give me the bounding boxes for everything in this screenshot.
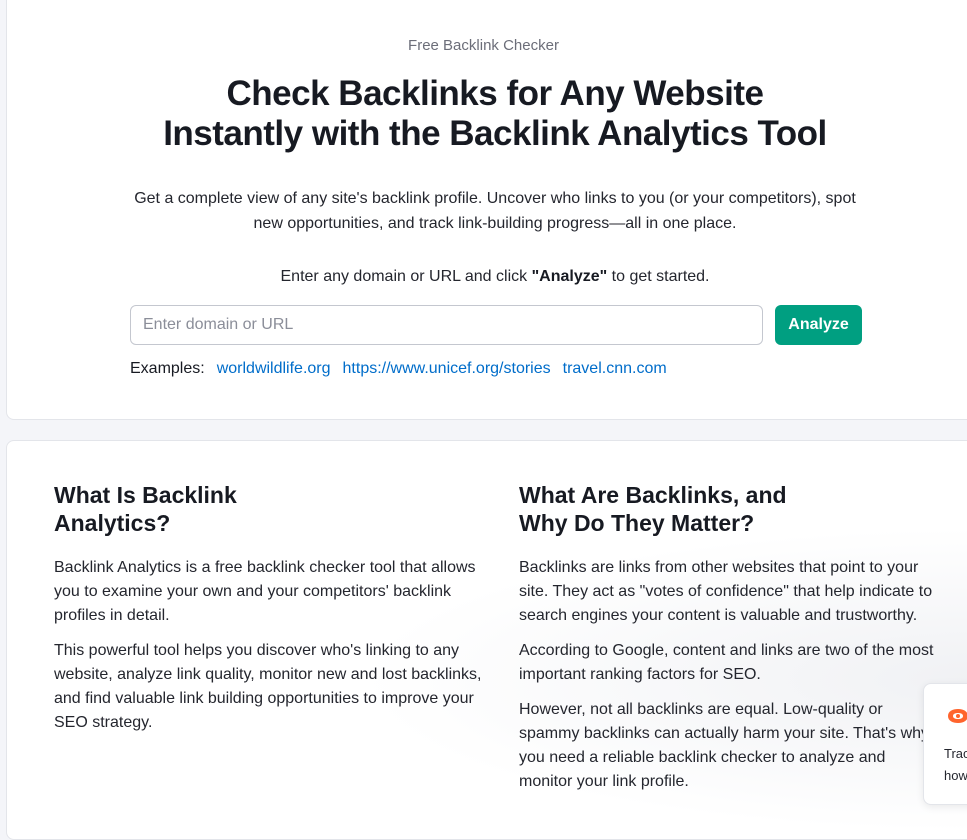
instruction-text-end: to get started. [607,268,710,285]
analyze-button[interactable]: Analyze [775,305,862,345]
page-title-line-2: Instantly with the Backlink Analytics To… [163,114,827,153]
example-link-unicef[interactable]: https://www.unicef.org/stories [343,360,551,378]
why-backlinks-matter-column: What Are Backlinks, and Why Do They Matt… [519,481,939,805]
what-is-backlink-analytics-column: What Is Backlink Analytics? Backlink Ana… [54,481,494,746]
why-matter-heading: What Are Backlinks, and Why Do They Matt… [519,482,787,536]
promo-widget[interactable]: Trac how [923,683,967,805]
what-is-paragraph-2: This powerful tool helps you discover wh… [54,642,482,731]
promo-widget-text-1: Trac [944,746,967,761]
examples-label: Examples: [130,360,205,377]
instruction-text-start: Enter any domain or URL and click [280,268,532,285]
semrush-logo-icon [946,708,967,729]
eyebrow-label: Free Backlink Checker [408,37,559,54]
what-is-paragraph-1: Backlink Analytics is a free backlink ch… [54,559,476,624]
why-matter-paragraph-2: According to Google, content and links a… [519,642,934,683]
example-link-worldwildlife[interactable]: worldwildlife.org [217,360,331,378]
example-link-cnn[interactable]: travel.cnn.com [563,360,667,378]
what-is-heading: What Is Backlink Analytics? [54,482,237,536]
why-matter-paragraph-1: Backlinks are links from other websites … [519,559,933,624]
why-matter-paragraph-3: However, not all backlinks are equal. Lo… [519,701,930,790]
domain-search-input[interactable] [130,305,763,345]
hero-description: Get a complete view of any site's backli… [134,190,856,232]
promo-widget-text-2: how [944,768,967,783]
instruction-text: Enter any domain or URL and click "Analy… [0,268,967,286]
examples-row: Examples: worldwildlife.org https://www.… [130,360,667,378]
page-title-line-1: Check Backlinks for Any Website [226,74,764,113]
page-title: Check Backlinks for Any Website Instantl… [0,74,967,154]
instruction-text-bold: "Analyze" [531,268,608,285]
info-section: What Is Backlink Analytics? Backlink Ana… [6,440,967,840]
